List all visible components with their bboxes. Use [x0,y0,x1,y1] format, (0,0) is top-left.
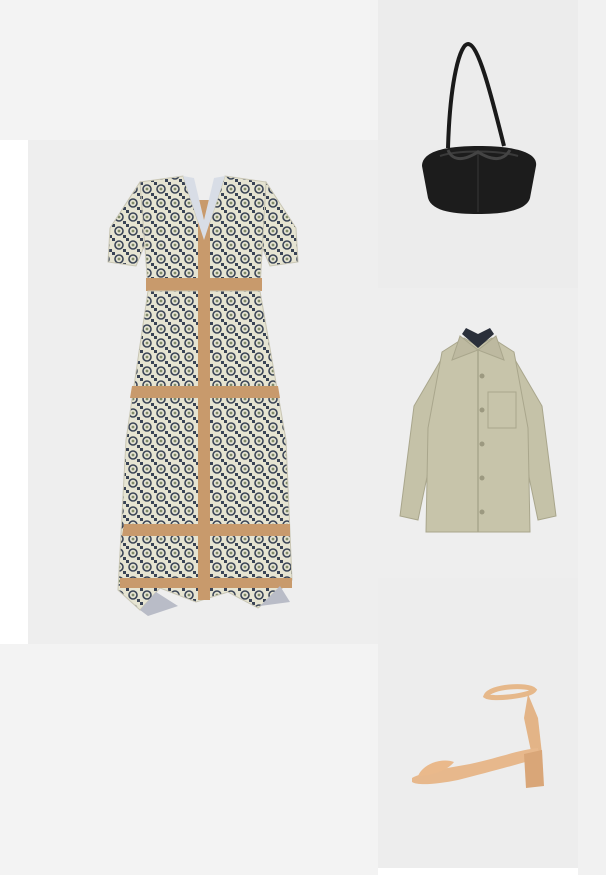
top-left-background [0,0,378,140]
right-margin [578,0,606,875]
dress-tile[interactable] [28,140,378,644]
nude-block-heel-sandal-icon [412,684,544,788]
patterned-midi-dress-icon [107,175,299,616]
black-leather-handbag-icon [422,41,537,214]
jacket-tile[interactable] [378,288,578,578]
sandal-tile[interactable] [378,578,578,868]
bottom-left-background [0,644,378,875]
bag-tile[interactable] [378,0,578,288]
khaki-overshirt-jacket-icon [399,328,557,533]
